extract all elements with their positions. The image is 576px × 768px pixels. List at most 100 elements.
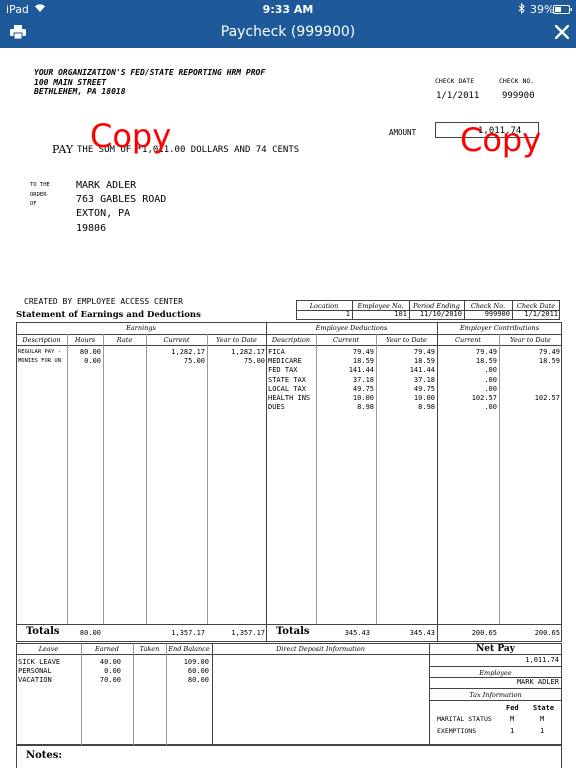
- col-sep-ytd: [207, 334, 208, 624]
- deduction-desc-col: FICA MEDICARE FED TAX STATE TAX LOCAL TA…: [268, 348, 310, 412]
- deduction-ytd-col: 79.49 18.59 141.44 37.18 49.75 10.00 8.9…: [376, 348, 435, 412]
- marital-state: M: [540, 715, 545, 723]
- leave-row-3-type: VACATION: [18, 676, 52, 685]
- earnings-row-2-hours: 0.00: [84, 357, 101, 366]
- tax-fed-label: Fed: [506, 704, 519, 712]
- table-group-divider: [16, 334, 562, 335]
- employee-name: MARK ADLER: [516, 678, 559, 686]
- amount-label: AMOUNT: [389, 128, 417, 137]
- net-pay-label: Net Pay: [476, 644, 515, 654]
- er-total-current: 200.65: [471, 629, 497, 637]
- leave-col-sep-2: [133, 643, 134, 745]
- leave-earned-col: 40.00 0.00 70.00: [81, 658, 121, 686]
- col-header-current: Current: [163, 336, 190, 344]
- leave-row-2-balance: 60.00: [187, 667, 209, 676]
- payee-address: MARK ADLER 763 GABLES ROAD EXTON, PA 198…: [76, 179, 166, 236]
- er-row-4-current: .00: [484, 375, 497, 384]
- deduction-row-3-current: 141.44: [348, 366, 374, 375]
- to-the-order-of: TO THE ORDER OF: [30, 181, 50, 210]
- close-button[interactable]: [544, 18, 576, 48]
- leave-type-col: SICK LEAVE PERSONAL VACATION: [18, 658, 60, 686]
- deduction-row-7-current: 8.98: [357, 403, 374, 412]
- org-line-3: BETHLEHEM, PA 18018: [34, 87, 126, 96]
- pay-label: PAY: [52, 143, 73, 156]
- deduction-row-3-ytd: 141.44: [409, 366, 435, 375]
- deduction-row-4-desc: STATE TAX: [268, 375, 306, 384]
- check-date-label: CHECK DATE: [435, 77, 475, 85]
- earnings-hours-col: 80.00 0.00: [67, 348, 101, 366]
- net-pay-divider: [429, 654, 562, 655]
- col-header-description: Description: [22, 336, 61, 344]
- pay-label-text: PAY: [52, 143, 74, 156]
- direct-deposit-header: Direct Deposit Information: [276, 645, 365, 653]
- info-employee-no: 101: [394, 310, 407, 318]
- earnings-group-header: Earnings: [126, 324, 156, 332]
- to-the-order-of-line-3: OF: [30, 201, 37, 207]
- leave-header-leave: Leave: [38, 645, 59, 653]
- to-the-order-of-line-1: TO THE: [30, 182, 50, 188]
- leave-row-3-balance: 80.00: [187, 676, 209, 685]
- check-number: 999900: [502, 91, 535, 101]
- employee-divider-top: [429, 666, 562, 667]
- status-bar: iPad 9:33 AM 39%: [0, 0, 576, 18]
- er-row-1-current: 79.49: [475, 348, 497, 356]
- exemptions-label: EXEMPTIONS: [437, 727, 477, 735]
- tax-info-divider-top: [429, 688, 562, 689]
- col-sep-rate: [103, 334, 104, 624]
- deduction-totals-label: Totals: [276, 626, 310, 637]
- deduction-total-ytd: 345.43: [409, 629, 435, 637]
- check-date: 1/1/2011: [436, 91, 480, 101]
- col-sep-current: [146, 334, 147, 624]
- earnings-row-1-current: 1,282.17: [171, 348, 205, 356]
- leave-row-3-earned: 70.00: [99, 676, 121, 685]
- col-header-ded-ytd: Year to Date: [386, 336, 427, 344]
- leave-row-1-balance: 109.00: [183, 658, 209, 666]
- to-the-order-of-line-2: ORDER: [30, 191, 47, 198]
- info-header-location: Location: [309, 302, 339, 310]
- leave-row-2-earned: 0.00: [104, 667, 121, 676]
- exemptions-fed: 1: [510, 727, 515, 735]
- leave-header-divider: [16, 654, 429, 655]
- er-total-ytd: 200.65: [534, 629, 560, 637]
- notes-box: [16, 745, 562, 768]
- deduction-row-7-desc: DUES: [268, 403, 285, 412]
- col-header-ytd: Year to Date: [216, 336, 257, 344]
- er-row-3-current: .00: [484, 366, 497, 375]
- deductions-group-header: Employee Deductions: [315, 324, 388, 332]
- er-row-2-current: 18.59: [475, 357, 497, 366]
- deduction-row-2-desc: MEDICARE: [268, 357, 302, 366]
- earnings-totals-label: Totals: [26, 626, 60, 637]
- created-by: CREATED BY EMPLOYEE ACCESS CENTER: [24, 297, 183, 306]
- copy-watermark-right: Copy: [460, 121, 542, 159]
- earnings-row-1-ytd: 1,282.17: [231, 348, 265, 356]
- er-ytd-col: 79.49 18.59 102.57: [499, 348, 560, 403]
- payee-city: EXTON, PA: [76, 208, 131, 220]
- info-check-date: 1/1/2011: [524, 310, 558, 318]
- deduction-row-2-ytd: 18.59: [413, 357, 435, 366]
- battery-percent: 39%: [530, 3, 555, 16]
- er-row-6-ytd: 102.57: [534, 394, 560, 403]
- er-row-7-current: .00: [484, 403, 497, 412]
- earnings-row-1-hours: 80.00: [79, 348, 101, 356]
- info-header-check-date: Check Date: [516, 302, 556, 310]
- earnings-total-hours: 80.00: [79, 629, 101, 637]
- info-header-check-no: Check No.: [470, 302, 506, 310]
- employee-label: Employee: [479, 669, 512, 677]
- net-pay-amount: 1,011.74: [525, 656, 559, 664]
- statement-title: Statement of Earnings and Deductions: [16, 310, 201, 320]
- page-title: Paycheck (999900): [220, 24, 356, 40]
- leave-header-earned: Earned: [95, 645, 119, 653]
- col-header-ded-current: Current: [332, 336, 360, 344]
- bluetooth-icon: [518, 2, 525, 17]
- earnings-total-ytd: 1,357.17: [231, 629, 265, 637]
- check-no-label: CHECK NO.: [499, 77, 535, 85]
- tax-info-divider-mid: [429, 700, 562, 701]
- col-header-er-current: Current: [454, 336, 482, 344]
- deduction-current-col: 79.49 18.59 141.44 37.18 49.75 10.00 8.9…: [316, 348, 374, 412]
- deduction-row-5-current: 49.75: [352, 384, 374, 393]
- earnings-section-sep: [266, 322, 267, 642]
- er-row-5-ytd: [499, 385, 560, 394]
- marital-status-label: MARITAL STATUS: [437, 715, 492, 723]
- tax-info-label: Tax Information: [469, 691, 522, 699]
- er-row-2-ytd: 18.59: [538, 357, 560, 366]
